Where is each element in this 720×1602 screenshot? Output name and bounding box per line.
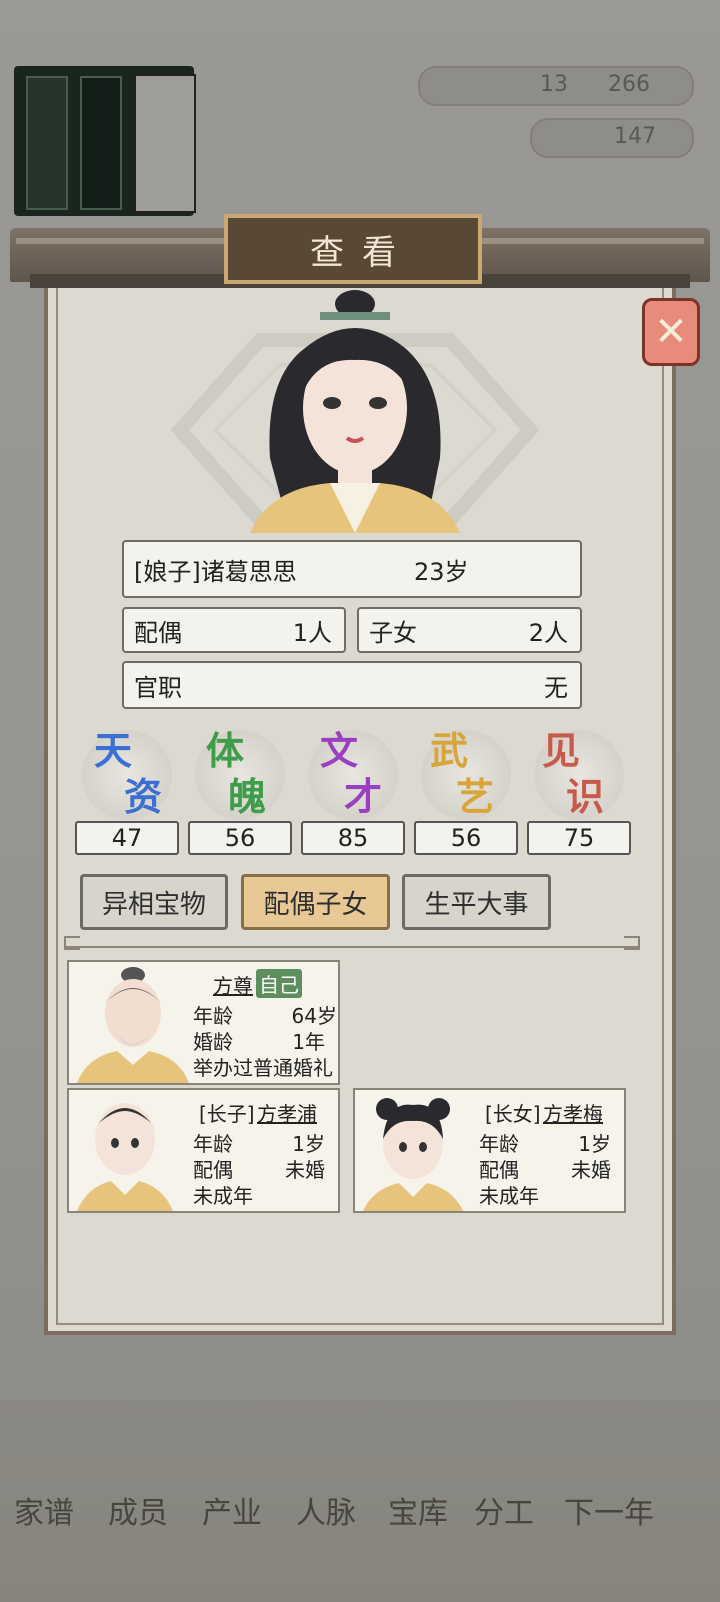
minor-note: 未成年	[193, 1184, 253, 1208]
tab-treasures[interactable]: 异相宝物	[80, 874, 228, 930]
age-value: 64岁	[291, 1004, 337, 1028]
son-spouse-row: 配偶 未婚	[193, 1154, 325, 1182]
daughter-name[interactable]: 方孝梅	[543, 1098, 603, 1127]
age-value: 1岁	[292, 1132, 325, 1156]
spouse-card[interactable]: 方尊 自己 年龄 64岁 婚龄 1年 举办过普通婚礼	[67, 960, 340, 1085]
spouse-value: 1人	[292, 618, 332, 647]
office-label: 官职	[134, 673, 182, 702]
stat-insight-char-1: 见	[542, 728, 581, 773]
daughter-tag: [长女]	[485, 1102, 541, 1126]
age-label: 年龄	[479, 1132, 519, 1156]
dialog-title-plate: 查看	[224, 214, 482, 284]
stat-martial-char-1: 武	[430, 728, 469, 773]
tab-spouse-children[interactable]: 配偶子女	[241, 874, 390, 930]
lady-portrait	[250, 290, 460, 533]
minor-note: 未成年	[479, 1184, 539, 1208]
spouse-label: 配偶	[193, 1158, 233, 1182]
dialog-title: 查看	[310, 232, 414, 273]
child-card[interactable]: [长子] 方孝浦 年龄 1岁 配偶 未婚 未成年	[67, 1088, 340, 1213]
close-button[interactable]: ✕	[642, 298, 700, 366]
spouse-count-box: 配偶 1人	[122, 607, 346, 653]
character-age: 23岁	[414, 557, 469, 586]
spouse-status: 未婚	[285, 1158, 325, 1182]
name-age-box: [娘子]诸葛思思 23岁	[122, 540, 582, 598]
stat-literary-char-2: 才	[344, 774, 383, 819]
wedding-note: 举办过普通婚礼	[193, 1056, 333, 1080]
spouse-avatar	[77, 967, 189, 1083]
stat-aptitude-char-1: 天	[94, 728, 133, 773]
stat-insight-value: 75	[527, 821, 631, 855]
son-avatar	[77, 1103, 173, 1211]
spouse-label: 配偶	[479, 1158, 519, 1182]
children-count-box: 子女 2人	[357, 607, 582, 653]
stat-literary-char-1: 文	[320, 728, 359, 773]
stat-physique-value: 56	[188, 821, 292, 855]
daughter-avatar	[363, 1098, 463, 1211]
stat-physique-char-1: 体	[206, 728, 245, 773]
stat-physique-char-2: 魄	[228, 774, 267, 819]
age-value: 1岁	[578, 1132, 611, 1156]
stat-literary-value: 85	[301, 821, 405, 855]
office-box: 官职 无	[122, 661, 582, 709]
marriage-label: 婚龄	[193, 1030, 233, 1054]
tab-life-events[interactable]: 生平大事	[402, 874, 551, 930]
stat-aptitude-char-2: 资	[124, 774, 163, 819]
office-value: 无	[544, 673, 568, 702]
daughter-spouse-row: 配偶 未婚	[479, 1154, 611, 1182]
stat-insight-char-2: 识	[566, 774, 605, 819]
son-age-row: 年龄 1岁	[193, 1128, 325, 1156]
child-card[interactable]: [长女] 方孝梅 年龄 1岁 配偶 未婚 未成年	[353, 1088, 626, 1213]
self-badge: 自己	[256, 969, 302, 998]
spouse-age-row: 年龄 64岁	[193, 1000, 337, 1028]
daughter-age-row: 年龄 1岁	[479, 1128, 611, 1156]
children-value: 2人	[528, 618, 568, 647]
age-label: 年龄	[193, 1132, 233, 1156]
close-icon: ✕	[654, 309, 688, 355]
son-name[interactable]: 方孝浦	[257, 1098, 317, 1127]
spouse-label: 配偶	[134, 618, 182, 647]
section-divider	[64, 936, 640, 950]
marriage-years-row: 婚龄 1年	[193, 1026, 325, 1054]
stat-martial-value: 56	[414, 821, 518, 855]
stat-aptitude-value: 47	[75, 821, 179, 855]
spouse-name[interactable]: 方尊	[213, 970, 253, 999]
son-tag: [长子]	[199, 1102, 255, 1126]
stat-martial-char-2: 艺	[456, 774, 495, 819]
marriage-value: 1年	[292, 1030, 325, 1054]
spouse-status: 未婚	[571, 1158, 611, 1182]
age-label: 年龄	[193, 1004, 233, 1028]
children-label: 子女	[369, 618, 417, 647]
character-name: [娘子]诸葛思思	[134, 557, 297, 586]
